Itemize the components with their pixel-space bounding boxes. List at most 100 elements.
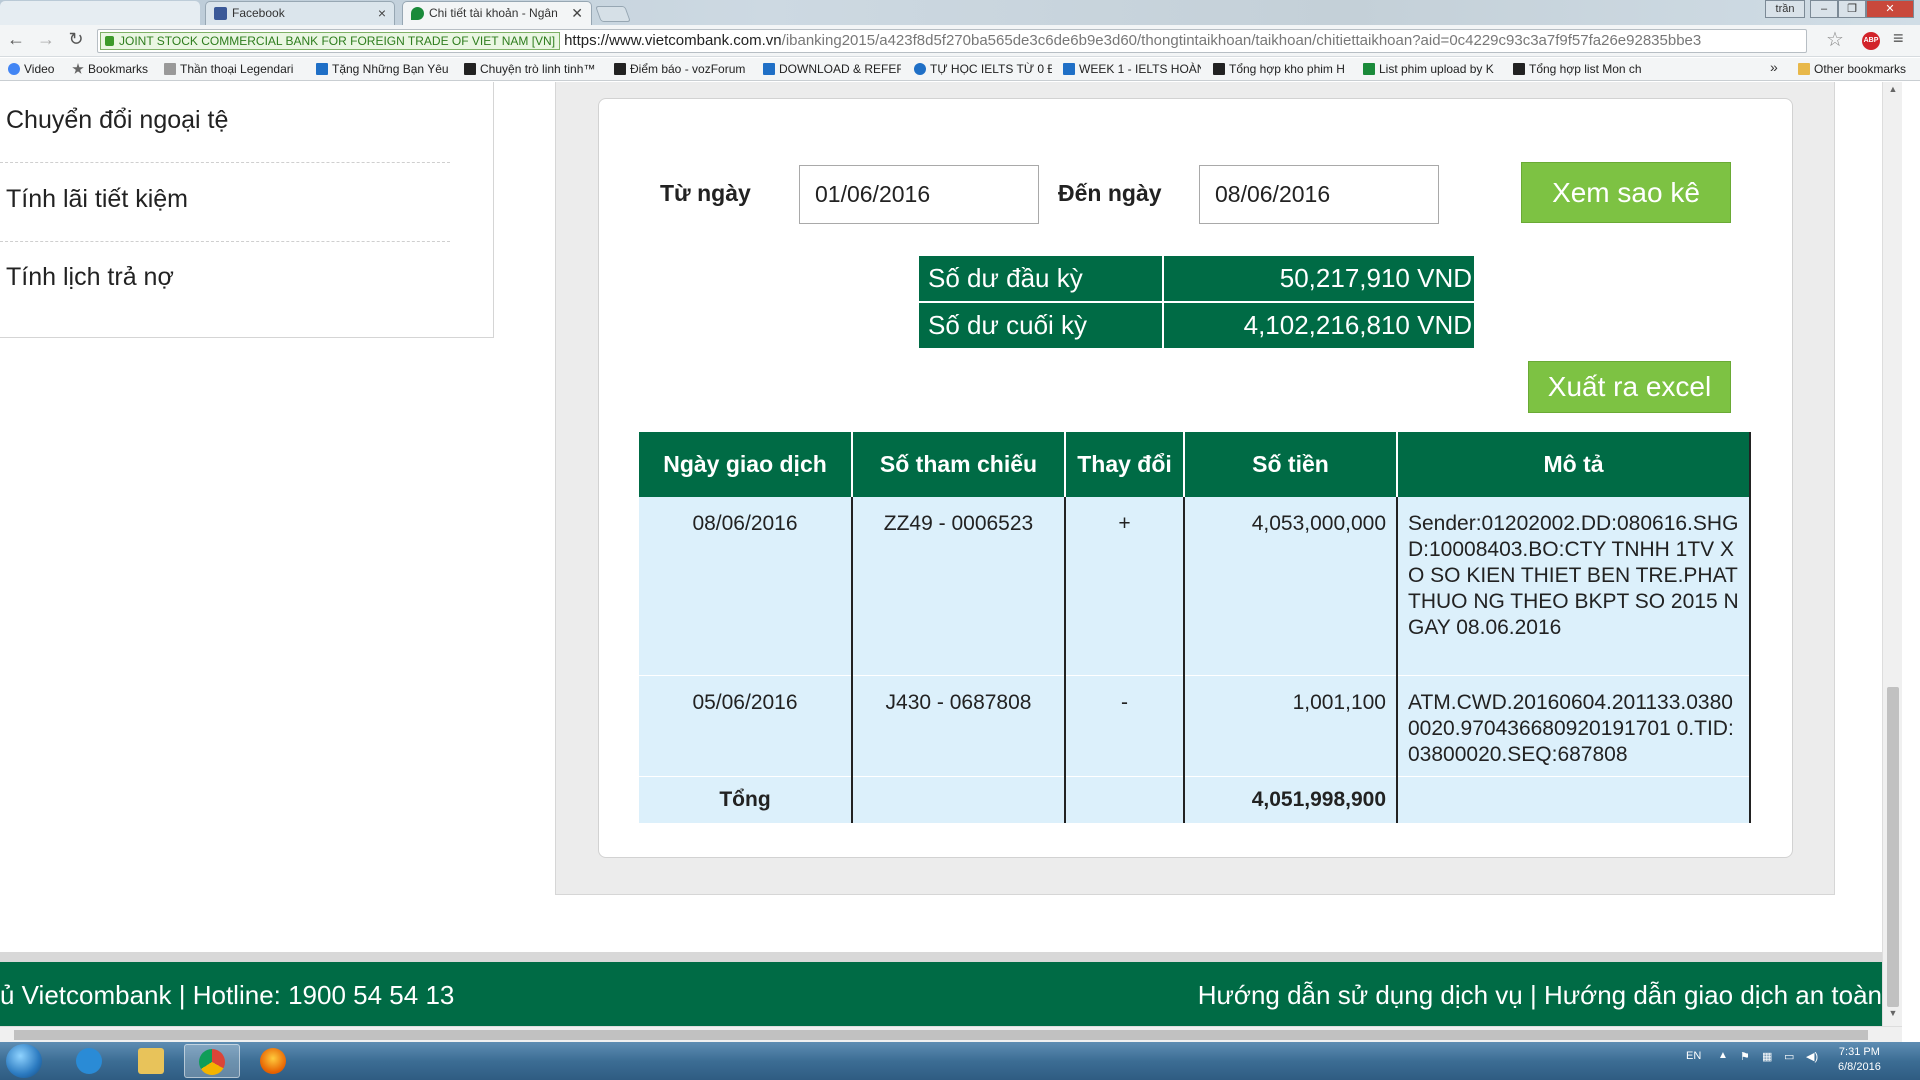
bookmark-item[interactable]: Bookmarks <box>72 61 148 77</box>
bookmarks-overflow-icon[interactable]: » <box>1770 59 1778 75</box>
view-statement-button[interactable]: Xem sao kê <box>1521 162 1731 223</box>
cell-change: + <box>1065 497 1185 676</box>
sidebar-item-currency-exchange[interactable]: Chuyển đổi ngoại tệ <box>6 106 228 135</box>
bookmark-star-icon[interactable]: ☆ <box>1826 27 1844 52</box>
taskbar-clock[interactable]: 7:31 PM 6/8/2016 <box>1838 1045 1881 1075</box>
url-path: /ibanking2015/a423f8d5f270ba565de3c6de6b… <box>781 32 1702 49</box>
bookmark-item[interactable]: TỰ HỌC IELTS TỪ 0 Đ <box>914 61 1052 77</box>
taskbar-firefox[interactable] <box>246 1044 302 1078</box>
tab-strip: Facebook × Chi tiết tài khoản - Ngân ✕ t… <box>0 0 1920 25</box>
from-date-input[interactable] <box>799 165 1039 224</box>
tab-vietcombank[interactable]: Chi tiết tài khoản - Ngân ✕ <box>402 1 592 25</box>
new-tab-button[interactable] <box>595 6 631 22</box>
voz-icon <box>1513 63 1525 75</box>
scrollbar-thumb[interactable] <box>14 1030 1868 1040</box>
column-header-reference: Số tham chiếu <box>852 432 1066 497</box>
network-icon[interactable]: ▦ <box>1762 1050 1772 1063</box>
start-button[interactable] <box>6 1044 42 1078</box>
opening-balance-value: 50,217,910 VND <box>1162 254 1476 303</box>
taskbar-explorer[interactable] <box>124 1044 180 1078</box>
bookmark-item[interactable]: Chuyện trò linh tinh™ <box>464 61 602 77</box>
folder-icon <box>1798 63 1810 75</box>
divider <box>0 241 450 242</box>
cell-change: - <box>1065 675 1185 777</box>
reload-icon[interactable]: ↻ <box>64 29 88 50</box>
tab-blank[interactable] <box>0 1 200 25</box>
horizontal-scrollbar[interactable] <box>0 1026 1902 1042</box>
tab-label: Facebook <box>232 6 285 20</box>
maximize-button[interactable]: ❐ <box>1838 0 1866 18</box>
close-tab-icon[interactable]: ✕ <box>571 2 583 24</box>
bookmark-item[interactable]: List phim upload by K <box>1363 61 1501 77</box>
sidebar-item-loan-schedule[interactable]: Tính lịch trả nợ <box>6 263 174 292</box>
cell-date: 05/06/2016 <box>639 675 853 777</box>
bookmark-item[interactable]: Tổng hợp list Mon ch <box>1513 61 1651 77</box>
clock-date: 6/8/2016 <box>1838 1061 1881 1073</box>
profile-button[interactable]: trần <box>1765 0 1805 18</box>
clock-time: 7:31 PM <box>1838 1046 1880 1058</box>
volume-icon[interactable]: ◀) <box>1806 1050 1818 1063</box>
tab-label: Chi tiết tài khoản - Ngân <box>429 6 558 20</box>
balance-summary: Số dư đầu kỳ 50,217,910 VND Số dư cuối k… <box>917 254 1476 350</box>
people-icon <box>316 63 328 75</box>
close-window-button[interactable]: ✕ <box>1866 0 1914 18</box>
scroll-up-icon[interactable]: ▲ <box>1883 84 1903 100</box>
bookmark-item[interactable]: Tặng Những Bạn Yêu <box>316 61 454 77</box>
cell-reference: ZZ49 - 0006523 <box>852 497 1066 676</box>
total-amount: 4,051,998,900 <box>1184 776 1398 823</box>
bookmark-item[interactable]: Điểm báo - vozForum <box>614 61 752 77</box>
cell-description: ATM.CWD.20160604.201133.03800020.9704366… <box>1397 675 1751 777</box>
facebook-icon <box>214 7 227 20</box>
table-row: 05/06/2016 J430 - 0687808 - 1,001,100 AT… <box>639 675 1751 777</box>
cell-amount: 1,001,100 <box>1184 675 1398 777</box>
bookmark-item[interactable]: DOWNLOAD & REFER <box>763 61 901 77</box>
hocmai-icon <box>914 63 926 75</box>
menu-icon[interactable]: ≡ <box>1893 28 1904 49</box>
scrollbar-thumb[interactable] <box>1887 687 1899 1007</box>
ev-certificate-badge[interactable]: JOINT STOCK COMMERCIAL BANK FOR FOREIGN … <box>100 32 561 50</box>
voz-icon <box>1213 63 1225 75</box>
bookmark-item[interactable]: Tổng hợp kho phim H <box>1213 61 1351 77</box>
tab-facebook[interactable]: Facebook × <box>205 1 395 25</box>
cell-empty <box>852 776 1066 823</box>
minimize-button[interactable]: ‒ <box>1810 0 1838 18</box>
url-host: https://www.vietcombank.com.vn <box>564 32 782 49</box>
ev-badge-text: JOINT STOCK COMMERCIAL BANK FOR FOREIGN … <box>119 34 556 48</box>
flag-icon[interactable]: ⚑ <box>1740 1050 1750 1063</box>
display-icon[interactable]: ▭ <box>1784 1050 1794 1063</box>
bookmark-item[interactable]: WEEK 1 - IELTS HOÀN <box>1063 61 1201 77</box>
bookmark-item[interactable]: Thần thoại Legendari <box>164 61 302 77</box>
taskbar-chrome[interactable] <box>184 1044 240 1078</box>
to-date-input[interactable] <box>1199 165 1439 224</box>
adblock-plus-icon[interactable]: ABP <box>1862 32 1880 50</box>
column-header-change: Thay đổi <box>1065 432 1185 497</box>
total-row: Tổng 4,051,998,900 <box>639 776 1751 823</box>
cell-date: 08/06/2016 <box>639 497 853 676</box>
closing-balance-value: 4,102,216,810 VND <box>1162 301 1476 350</box>
opening-balance-label: Số dư đầu kỳ <box>917 254 1164 303</box>
column-header-date: Ngày giao dịch <box>639 432 853 497</box>
sidebar-item-savings-interest[interactable]: Tính lãi tiết kiệm <box>6 185 188 214</box>
bookmark-item[interactable]: Video <box>8 61 54 77</box>
cell-reference: J430 - 0687808 <box>852 675 1066 777</box>
lock-icon <box>105 36 114 46</box>
table-header-row: Ngày giao dịch Số tham chiếu Thay đổi Số… <box>639 432 1751 497</box>
transactions-table: Ngày giao dịch Số tham chiếu Thay đổi Số… <box>639 432 1751 823</box>
scroll-down-icon[interactable]: ▼ <box>1883 1008 1903 1024</box>
vertical-scrollbar[interactable]: ▲ ▼ <box>1882 82 1902 1026</box>
tray-overflow-icon[interactable]: ▲ <box>1718 1050 1728 1061</box>
other-bookmarks[interactable]: Other bookmarks <box>1798 61 1906 77</box>
taskbar-ie[interactable] <box>62 1044 118 1078</box>
export-excel-button[interactable]: Xuất ra excel <box>1528 361 1731 413</box>
cell-empty <box>1397 776 1751 823</box>
column-header-description: Mô tả <box>1397 432 1751 497</box>
divider <box>0 162 450 163</box>
forward-icon[interactable]: → <box>34 29 58 50</box>
address-bar[interactable]: JOINT STOCK COMMERCIAL BANK FOR FOREIGN … <box>97 29 1807 53</box>
close-tab-icon[interactable]: × <box>378 2 386 24</box>
page-footer: ủ Vietcombank | Hotline: 1900 54 54 13 H… <box>0 962 1882 1026</box>
footer-guide-links[interactable]: Hướng dẫn sử dụng dịch vụ | Hướng dẫn gi… <box>1198 980 1882 1011</box>
back-icon[interactable]: ← <box>4 29 28 50</box>
language-indicator[interactable]: EN <box>1686 1050 1701 1062</box>
footer-hotline: ủ Vietcombank | Hotline: 1900 54 54 13 <box>0 980 455 1010</box>
